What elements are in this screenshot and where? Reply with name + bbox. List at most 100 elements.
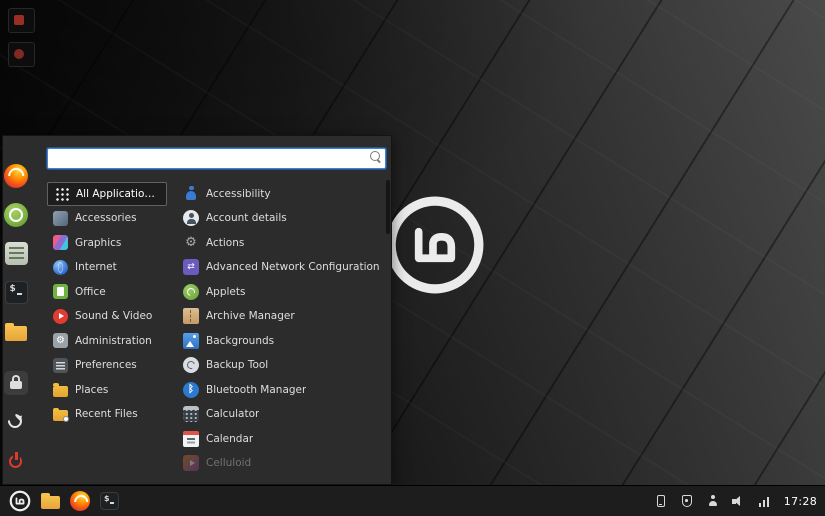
- sound-video-icon: [53, 308, 68, 324]
- tray-network[interactable]: [758, 493, 772, 509]
- scrollbar-thumb[interactable]: [385, 180, 390, 234]
- backup-tool-icon: [183, 357, 199, 374]
- search-row: [47, 146, 386, 169]
- favorite-software-manager[interactable]: [3, 202, 29, 228]
- favorite-firefox[interactable]: [3, 163, 29, 189]
- terminal-icon: [4, 281, 28, 305]
- app-account-details[interactable]: Account details: [177, 206, 386, 231]
- app-label: Accessibility: [206, 187, 271, 200]
- app-calculator[interactable]: Calculator: [177, 402, 386, 427]
- category-label: Accessories: [75, 212, 137, 225]
- applets-icon: [183, 283, 199, 300]
- category-recent-files[interactable]: Recent Files: [47, 402, 149, 427]
- favorite-system-settings[interactable]: [3, 241, 29, 267]
- folder-icon: [5, 323, 27, 342]
- account-details-icon: [183, 210, 199, 227]
- mint-menu-icon: [9, 490, 31, 512]
- category-accessories[interactable]: Accessories: [47, 206, 148, 231]
- desktop-icon-1[interactable]: [8, 8, 35, 33]
- taskbar-firefox[interactable]: [65, 487, 95, 515]
- app-label: Celluloid: [206, 457, 252, 470]
- category-preferences[interactable]: Preferences: [47, 353, 148, 378]
- desktop-icon-2[interactable]: [8, 42, 35, 67]
- search-icon: [369, 151, 380, 161]
- office-icon: [53, 284, 68, 300]
- tray-device[interactable]: [654, 493, 668, 509]
- archive-manager-icon: [183, 308, 199, 325]
- administration-icon: [53, 333, 68, 349]
- favorite-files[interactable]: [3, 319, 29, 345]
- app-label: Calculator: [206, 408, 260, 421]
- app-label: Advanced Network Configuration: [206, 261, 380, 274]
- app-advanced-network-configuration[interactable]: Advanced Network Configuration: [177, 255, 386, 280]
- quit-button[interactable]: [3, 448, 29, 474]
- recent-files-icon: [53, 407, 69, 423]
- category-graphics[interactable]: Graphics: [47, 231, 132, 256]
- menu-main: All Applications Accessories Graphics In…: [29, 136, 393, 484]
- backgrounds-icon: [183, 332, 199, 349]
- category-label: All Applications: [76, 187, 155, 200]
- system-settings-icon: [4, 242, 28, 266]
- app-label: Archive Manager: [206, 310, 295, 323]
- category-label: Office: [75, 285, 106, 298]
- category-places[interactable]: Places: [47, 378, 119, 403]
- folder-icon: [41, 493, 60, 509]
- linux-mint-logo-watermark: [384, 194, 486, 296]
- category-label: Administration: [75, 334, 152, 347]
- person-icon: [707, 495, 719, 507]
- app-actions[interactable]: Actions: [177, 231, 386, 256]
- network-signal-icon: [758, 495, 771, 507]
- firefox-icon: [4, 163, 28, 188]
- app-label: Backgrounds: [206, 334, 275, 347]
- app-label: Backup Tool: [206, 359, 269, 372]
- tray-user-applet[interactable]: [706, 493, 720, 509]
- accessories-icon: [53, 210, 68, 226]
- search-input[interactable]: [47, 147, 386, 169]
- internet-icon: [53, 259, 68, 275]
- taskbar-terminal[interactable]: [95, 487, 124, 515]
- network-config-icon: [183, 259, 199, 276]
- bluetooth-icon: [183, 381, 199, 398]
- clock[interactable]: 17:28: [784, 495, 817, 508]
- taskbar-panel: 17:28: [0, 485, 825, 516]
- app-label: Applets: [206, 285, 246, 298]
- app-celluloid[interactable]: Celluloid: [177, 451, 386, 476]
- lock-screen-button[interactable]: [3, 370, 29, 396]
- app-archive-manager[interactable]: Archive Manager: [177, 304, 386, 329]
- menu-button[interactable]: [4, 487, 36, 515]
- category-office[interactable]: Office: [47, 280, 117, 305]
- tray-volume[interactable]: [732, 493, 746, 509]
- calendar-icon: [183, 430, 199, 447]
- category-sound-video[interactable]: Sound & Video: [47, 304, 163, 329]
- favorite-terminal[interactable]: [3, 280, 29, 306]
- app-label: Actions: [206, 236, 245, 249]
- category-internet[interactable]: Internet: [47, 255, 128, 280]
- application-list: Accessibility Account details Actions Ad…: [177, 182, 386, 485]
- restart-button[interactable]: [3, 409, 29, 435]
- app-bluetooth-manager[interactable]: Bluetooth Manager: [177, 378, 386, 403]
- places-folder-icon: [53, 383, 68, 397]
- app-backgrounds[interactable]: Backgrounds: [177, 329, 386, 354]
- app-applets[interactable]: Applets: [177, 280, 386, 305]
- category-label: Graphics: [75, 236, 122, 249]
- category-all-applications[interactable]: All Applications: [47, 181, 167, 206]
- app-label: Bluetooth Manager: [206, 383, 307, 396]
- calculator-icon: [183, 406, 199, 423]
- category-label: Preferences: [75, 359, 137, 372]
- app-backup-tool[interactable]: Backup Tool: [177, 353, 386, 378]
- app-list-scrollbar: [385, 180, 390, 476]
- app-accessibility[interactable]: Accessibility: [177, 182, 386, 207]
- lock-icon: [4, 371, 28, 396]
- firefox-icon: [70, 491, 90, 511]
- category-administration[interactable]: Administration: [47, 329, 163, 354]
- app-calendar[interactable]: Calendar: [177, 427, 386, 452]
- category-list: All Applications Accessories Graphics In…: [47, 181, 167, 485]
- actions-gear-icon: [183, 235, 199, 251]
- power-icon: [5, 450, 27, 472]
- taskbar-files[interactable]: [36, 487, 65, 515]
- grid-icon: [54, 186, 69, 202]
- tray-update-manager[interactable]: [680, 493, 694, 509]
- category-label: Sound & Video: [75, 310, 153, 323]
- accessibility-icon: [183, 185, 199, 202]
- preferences-icon: [53, 357, 68, 373]
